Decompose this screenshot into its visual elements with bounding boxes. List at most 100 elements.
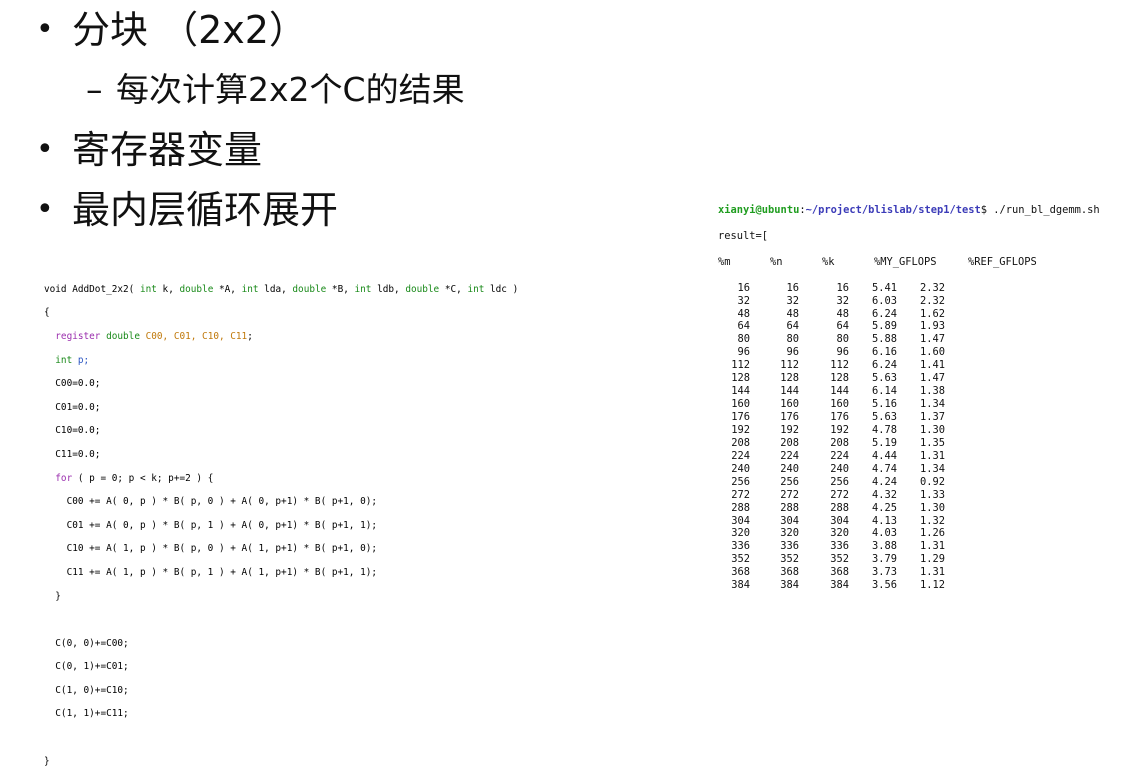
- terminal-cell: 304: [830, 514, 849, 527]
- terminal-cell: 176: [731, 411, 750, 423]
- terminal-cell: 288: [731, 501, 750, 514]
- terminal-cell: 288: [780, 501, 799, 514]
- bullet-text: 最内层循环展开: [72, 188, 339, 232]
- terminal-data-row: 256 256 256 4.24 0.92: [718, 476, 1100, 489]
- code-int-decl: int p;: [44, 354, 90, 366]
- terminal-data-row: 144 144 144 6.14 1.38: [718, 385, 1100, 398]
- terminal-cell: 1.32: [919, 514, 945, 527]
- terminal-cell: 144: [731, 385, 750, 398]
- terminal-cell: 1.38: [919, 385, 945, 398]
- terminal-data-row: 288 288 288 4.25 1.30: [718, 502, 1100, 515]
- terminal-data-row: 64 64 64 5.89 1.93: [718, 320, 1100, 333]
- terminal-data-row: 160 160 160 5.16 1.34: [718, 398, 1100, 411]
- terminal-cell: 336: [830, 540, 849, 553]
- code-signature: void AddDot_2x2( int k, double *A, int l…: [44, 283, 519, 295]
- terminal-data-row: 240 240 240 4.74 1.34: [718, 463, 1100, 476]
- terminal-data-row: 224 224 224 4.44 1.31: [718, 450, 1100, 463]
- terminal-cell: 96: [836, 346, 849, 359]
- terminal-cell: 1.26: [919, 527, 945, 540]
- terminal-cell: 4.25: [871, 501, 897, 514]
- terminal-data-row: 96 96 96 6.16 1.60: [718, 346, 1100, 359]
- terminal-cell: 1.34: [919, 398, 945, 411]
- terminal-data-row: 208 208 208 5.19 1.35: [718, 437, 1100, 450]
- terminal-cell: 256: [731, 475, 750, 488]
- terminal-cell: 64: [737, 320, 750, 333]
- terminal-cell: 6.14: [871, 385, 897, 398]
- terminal-cell: 304: [780, 514, 799, 527]
- terminal-cell: 5.89: [871, 320, 897, 333]
- terminal-cell: 208: [780, 436, 799, 449]
- terminal-cell: 1.34: [919, 462, 945, 475]
- terminal-cell: 240: [830, 462, 849, 475]
- terminal-cell: 208: [830, 436, 849, 449]
- terminal-result-line: result=[: [718, 229, 769, 242]
- terminal-data-row: 48 48 48 6.24 1.62: [718, 308, 1100, 321]
- code-line: C01 += A( 0, p ) * B( p, 1 ) + A( 0, p+1…: [44, 519, 378, 531]
- terminal-cell: 320: [780, 527, 799, 540]
- terminal-header-row: %m %n %k %MY_GFLOPS %REF_GFLOPS: [718, 255, 1037, 268]
- terminal-cell: 3.73: [871, 566, 897, 579]
- terminal-cell: 6.24: [871, 307, 897, 320]
- terminal-data-row: 16 16 16 5.41 2.32: [718, 282, 1100, 295]
- terminal-cell: 128: [731, 372, 750, 385]
- terminal-data-row: 272 272 272 4.32 1.33: [718, 489, 1100, 502]
- sub-bullet-text: 每次计算2x2个C的结果: [116, 70, 465, 109]
- terminal-cell: 16: [836, 281, 849, 294]
- terminal-cell: 112: [780, 359, 799, 372]
- bullet-text: 分块 （2x2）: [72, 8, 307, 52]
- terminal-cell: 4.32: [871, 488, 897, 501]
- code-line: C00=0.0;: [44, 378, 101, 390]
- terminal-cell: 48: [737, 307, 750, 320]
- terminal-data-row: 304 304 304 4.13 1.32: [718, 515, 1100, 528]
- terminal-cell: 2.32: [919, 281, 945, 294]
- terminal-cell: 256: [830, 475, 849, 488]
- terminal-cell: 272: [731, 488, 750, 501]
- bullet-loop-unrolling: • 最内层循环展开: [36, 186, 338, 234]
- terminal-cell: 224: [780, 449, 799, 462]
- terminal-cell: 336: [780, 540, 799, 553]
- terminal-cell: 1.31: [919, 566, 945, 579]
- terminal-cell: 6.03: [871, 294, 897, 307]
- code-line: C10 += A( 1, p ) * B( p, 0 ) + A( 1, p+1…: [44, 543, 378, 555]
- terminal-rows: 16 16 16 5.41 2.32 32 32 32 6.03 2.32 48 48 48 6.24 1.…: [718, 282, 1100, 593]
- terminal-cell: 384: [731, 579, 750, 592]
- terminal-cell: 1.93: [919, 320, 945, 333]
- terminal-data-row: 112 112 112 6.24 1.41: [718, 359, 1100, 372]
- code-for-loop: for ( p = 0; p < k; p+=2 ) {: [44, 472, 214, 484]
- terminal-cell: 80: [786, 333, 799, 346]
- terminal-cell: 96: [786, 346, 799, 359]
- terminal-cell: 336: [731, 540, 750, 553]
- terminal-data-row: 336 336 336 3.88 1.31: [718, 540, 1100, 553]
- code-line: C11=0.0;: [44, 448, 101, 460]
- terminal-cell: 128: [780, 372, 799, 385]
- terminal-cell: 1.47: [919, 372, 945, 385]
- terminal-cell: 16: [737, 281, 750, 294]
- terminal-prompt: xianyi@ubuntu:~/project/blislab/step1/te…: [718, 203, 1100, 216]
- terminal-cell: 368: [830, 566, 849, 579]
- bullet-marker: •: [36, 192, 54, 227]
- terminal-cell: 0.92: [919, 475, 945, 488]
- terminal-cell: 176: [780, 411, 799, 423]
- code-register-decl: register double C00, C01, C10, C11;: [44, 330, 253, 342]
- code-line: C(0, 0)+=C00;: [44, 637, 129, 649]
- terminal-cell: 64: [786, 320, 799, 333]
- terminal-cell: 4.74: [871, 462, 897, 475]
- code-blank: [44, 614, 518, 626]
- terminal-cell: 368: [731, 566, 750, 579]
- terminal-cell: 1.35: [919, 436, 945, 449]
- terminal-cell: 1.31: [919, 540, 945, 553]
- code-line: C01=0.0;: [44, 401, 101, 413]
- code-line: C10=0.0;: [44, 425, 101, 437]
- terminal-cell: 1.30: [919, 501, 945, 514]
- terminal-output: xianyi@ubuntu:~/project/blislab/step1/te…: [718, 191, 1100, 605]
- terminal-cell: 176: [830, 411, 849, 423]
- terminal-cell: 4.03: [871, 527, 897, 540]
- bullet-marker: •: [36, 132, 54, 167]
- terminal-data-row: 320 320 320 4.03 1.26: [718, 527, 1100, 540]
- terminal-cell: 384: [780, 579, 799, 592]
- terminal-data-row: 176 176 176 5.63 1.37: [718, 411, 1100, 424]
- terminal-cell: 160: [780, 398, 799, 411]
- code-line: C00 += A( 0, p ) * B( p, 0 ) + A( 0, p+1…: [44, 496, 378, 508]
- terminal-cell: 5.41: [871, 281, 897, 294]
- terminal-cell: 128: [830, 372, 849, 385]
